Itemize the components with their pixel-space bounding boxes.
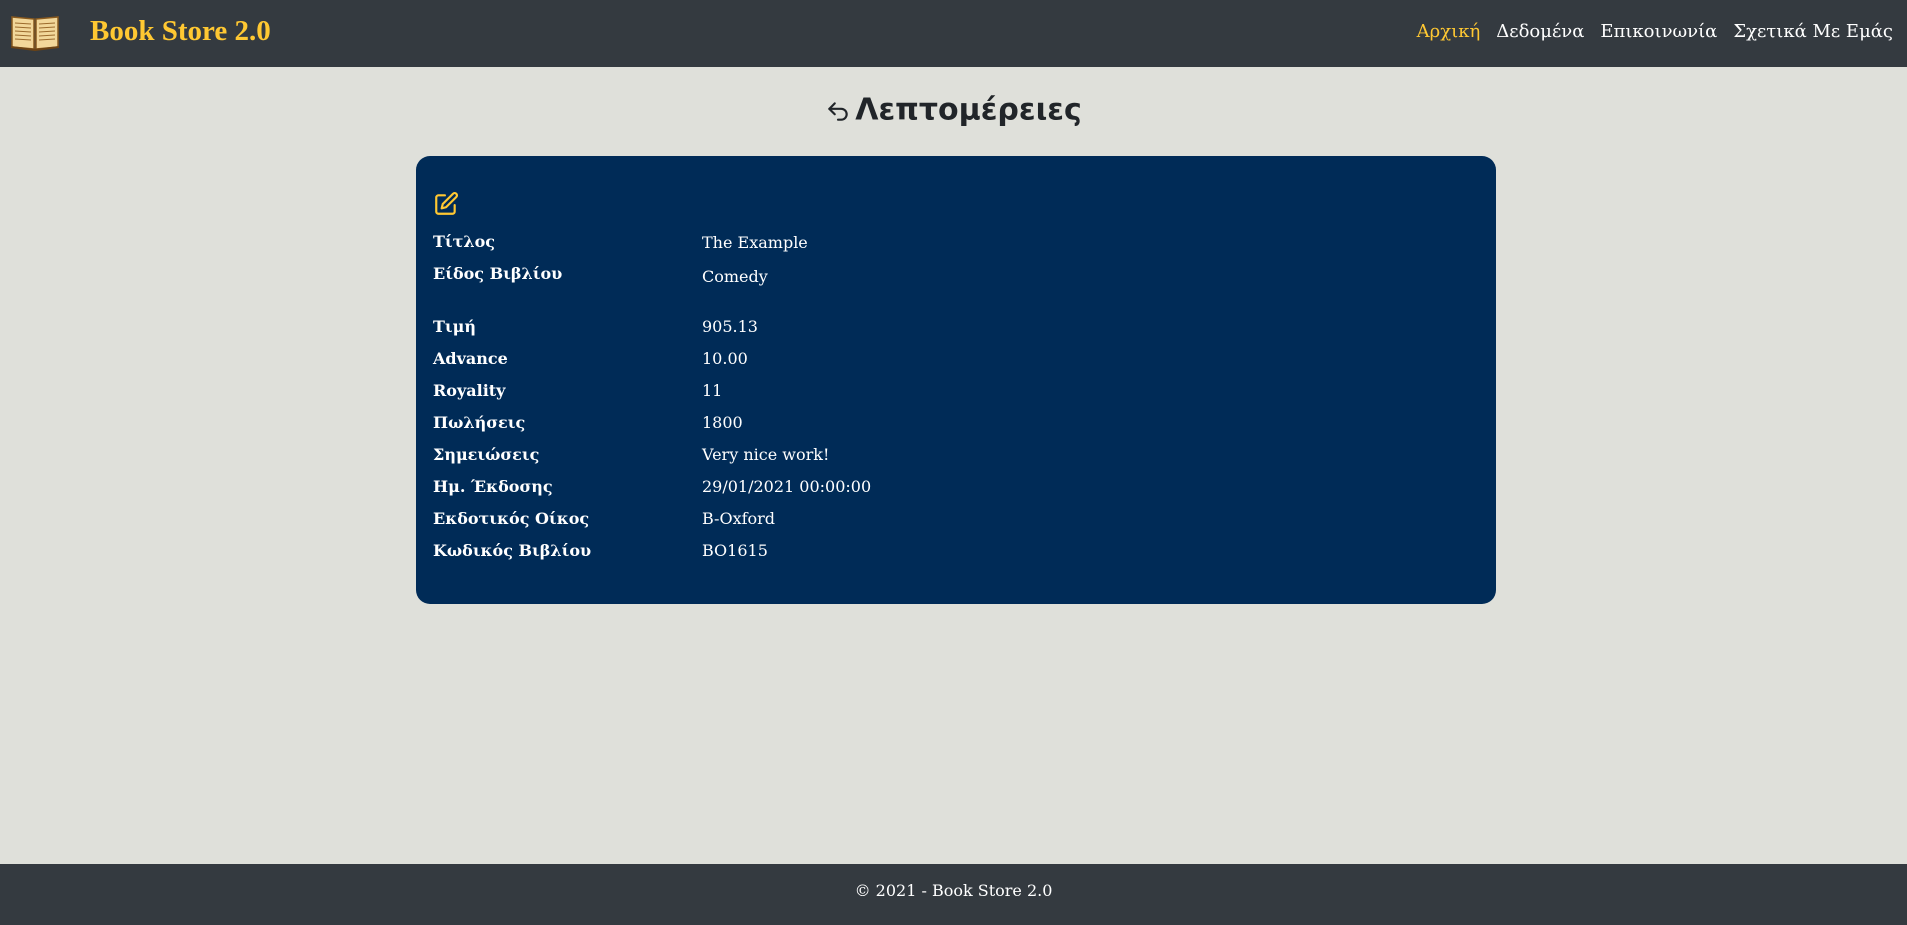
notes-value: Very nice work! [702, 445, 830, 464]
back-arrow-icon[interactable] [825, 98, 851, 124]
publisher-value: B-Oxford [702, 509, 776, 528]
nav-link-contact[interactable]: Επικοινωνία [1600, 20, 1717, 44]
footer-copyright: © 2021 - Book Store 2.0 [854, 881, 1053, 900]
publisher-label: Εκδοτικός Οίκος [433, 509, 590, 528]
notes-label: Σημειώσεις [433, 445, 540, 464]
title-label: Τίτλος [433, 232, 496, 251]
navbar: Book Store 2.0 Αρχική Δεδομένα Επικοινων… [0, 0, 1907, 67]
page-title: Λεπτομέρειες [0, 90, 1907, 131]
nav-link-home[interactable]: Αρχική [1417, 20, 1481, 44]
sales-value: 1800 [702, 413, 743, 432]
nav-link-about[interactable]: Σχετικά Με Εμάς [1733, 20, 1893, 44]
brand-link[interactable]: Book Store 2.0 [90, 13, 271, 49]
price-value: 905.13 [702, 317, 758, 336]
royalty-label: Royality [433, 381, 506, 400]
advance-label: Advance [433, 349, 508, 368]
details-card: Τίτλος The Example Είδος Βιβλίου Comedy … [416, 156, 1496, 604]
nav-menu: Αρχική Δεδομένα Επικοινωνία Σχετικά Με Ε… [1417, 20, 1893, 44]
sales-label: Πωλήσεις [433, 413, 526, 432]
advance-value: 10.00 [702, 349, 748, 368]
title-value: The Example [702, 233, 808, 252]
publish-date-value: 29/01/2021 00:00:00 [702, 477, 872, 496]
page-title-text: Λεπτομέρειες [855, 92, 1082, 128]
edit-icon[interactable] [433, 191, 459, 217]
book-code-label: Κωδικός Βιβλίου [433, 541, 592, 560]
genre-value: Comedy [702, 267, 768, 286]
royalty-value: 11 [702, 381, 723, 400]
open-book-icon[interactable] [10, 11, 60, 51]
price-label: Τιμή [433, 317, 476, 336]
footer: © 2021 - Book Store 2.0 [0, 864, 1907, 925]
book-code-value: BO1615 [702, 541, 768, 560]
nav-link-data[interactable]: Δεδομένα [1496, 20, 1584, 44]
genre-label: Είδος Βιβλίου [433, 264, 563, 283]
publish-date-label: Ημ. Έκδοσης [433, 477, 553, 496]
